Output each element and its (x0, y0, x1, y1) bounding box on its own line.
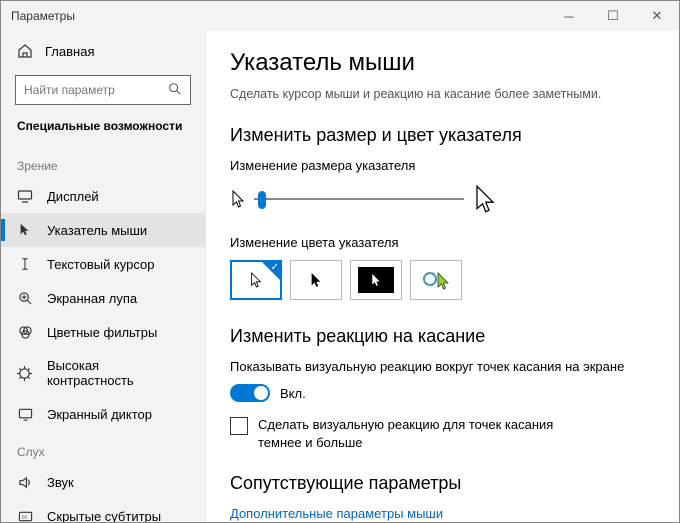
nav-label: Цветные фильтры (47, 325, 157, 340)
group-hearing: Слух (1, 431, 205, 465)
nav-label: Высокая контрастность (47, 358, 189, 388)
darker-feedback-checkbox[interactable] (230, 417, 248, 435)
narrator-icon (17, 406, 33, 422)
nav-magnifier[interactable]: Экранная лупа (1, 281, 205, 315)
nav-mouse-pointer[interactable]: Указатель мыши (1, 213, 205, 247)
section-size-color: Изменить размер и цвет указателя (230, 125, 655, 146)
touch-toggle-row: Вкл. (230, 384, 655, 402)
section-accessibility: Специальные возможности (1, 119, 205, 145)
nav-label: Экранный диктор (47, 407, 152, 422)
section-related: Сопутствующие параметры (230, 473, 655, 494)
minimize-button[interactable]: ─ (547, 1, 591, 31)
window-controls: ─ ☐ ✕ (547, 1, 679, 31)
svg-text:cc: cc (21, 514, 27, 520)
check-icon: ✓ (271, 262, 279, 273)
maximize-button[interactable]: ☐ (591, 1, 635, 31)
close-button[interactable]: ✕ (635, 1, 679, 31)
search-box[interactable] (15, 75, 191, 105)
sidebar: Главная Специальные возможности Зрение Д… (1, 31, 206, 522)
nav-label: Указатель мыши (47, 223, 147, 238)
toggle-state-label: Вкл. (280, 386, 306, 401)
cursor-large-icon (472, 183, 498, 215)
pointer-color-black[interactable] (290, 260, 342, 300)
nav-label: Экранная лупа (47, 291, 137, 306)
pointer-color-white[interactable]: ✓ (230, 260, 282, 300)
group-vision: Зрение (1, 145, 205, 179)
home-icon (17, 43, 33, 59)
pointer-size-row (230, 183, 655, 215)
section-touch: Изменить реакцию на касание (230, 326, 655, 347)
touch-description: Показывать визуальную реакцию вокруг точ… (230, 359, 655, 374)
magnifier-icon (17, 290, 33, 306)
search-input[interactable] (24, 83, 164, 97)
nav-label: Дисплей (47, 189, 99, 204)
pointer-color-options: ✓ (230, 260, 655, 300)
pointer-color-custom[interactable] (410, 260, 462, 300)
pointer-size-slider[interactable] (254, 189, 464, 209)
touch-feedback-toggle[interactable] (230, 384, 270, 402)
color-filters-icon (17, 324, 33, 340)
captions-icon: cc (17, 508, 33, 522)
nav-narrator[interactable]: Экранный диктор (1, 397, 205, 431)
nav-text-cursor[interactable]: Текстовый курсор (1, 247, 205, 281)
home-label: Главная (45, 44, 94, 59)
nav-display[interactable]: Дисплей (1, 179, 205, 213)
checkbox-label: Сделать визуальную реакцию для точек кас… (258, 416, 578, 451)
text-cursor-icon (17, 256, 33, 272)
nav-audio[interactable]: Звук (1, 465, 205, 499)
contrast-icon (17, 365, 33, 381)
audio-icon (17, 474, 33, 490)
titlebar: Параметры ─ ☐ ✕ (1, 1, 679, 31)
page-title: Указатель мыши (230, 49, 655, 77)
pointer-color-inverted[interactable] (350, 260, 402, 300)
nav-label: Текстовый курсор (47, 257, 154, 272)
label-pointer-size: Изменение размера указателя (230, 158, 655, 173)
darker-feedback-row: Сделать визуальную реакцию для точек кас… (230, 416, 655, 451)
search-icon (168, 82, 182, 99)
nav-high-contrast[interactable]: Высокая контрастность (1, 349, 205, 397)
cursor-icon (17, 222, 33, 238)
display-icon (17, 188, 33, 204)
main-content: Указатель мыши Сделать курсор мыши и реа… (206, 31, 679, 522)
nav-label: Скрытые субтитры (47, 509, 161, 523)
cursor-small-icon (230, 189, 246, 209)
page-subtitle: Сделать курсор мыши и реакцию на касание… (230, 87, 655, 101)
link-additional-mouse[interactable]: Дополнительные параметры мыши (230, 506, 655, 521)
nav-label: Звук (47, 475, 74, 490)
home-nav[interactable]: Главная (1, 35, 205, 67)
window-title: Параметры (11, 9, 75, 23)
nav-captions[interactable]: cc Скрытые субтитры (1, 499, 205, 522)
label-pointer-color: Изменение цвета указателя (230, 235, 655, 250)
nav-color-filters[interactable]: Цветные фильтры (1, 315, 205, 349)
